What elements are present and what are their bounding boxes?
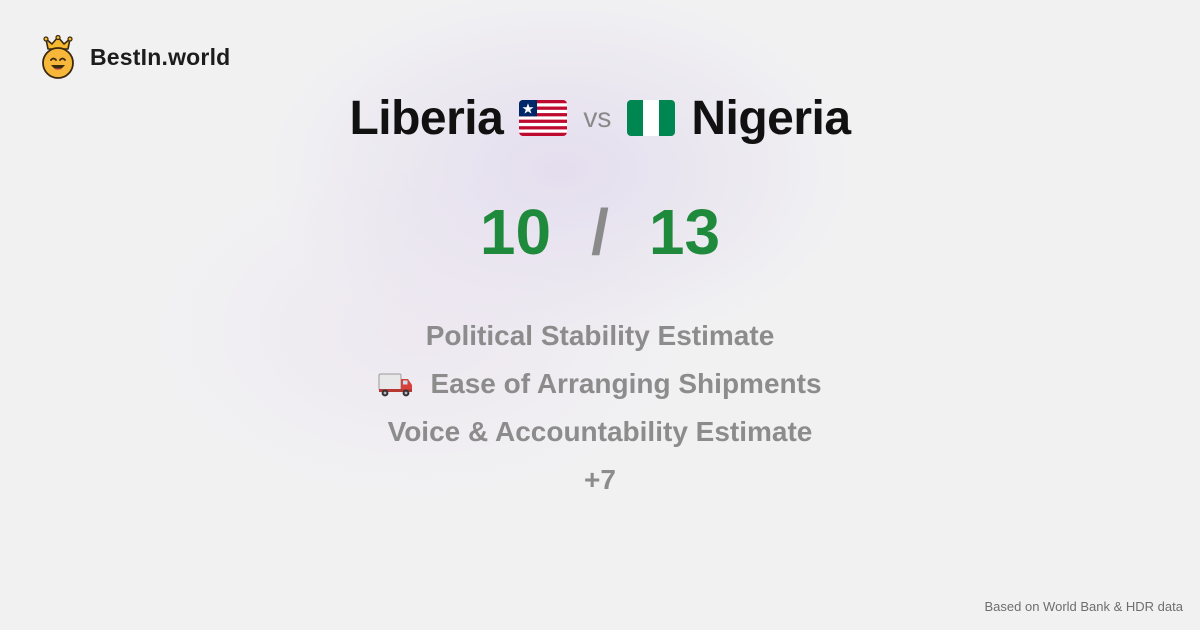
vs-label: vs <box>583 102 612 133</box>
metric-list: Political Stability Estimate Ease of Arr… <box>0 312 1200 504</box>
crowned-smiley-icon <box>42 35 74 79</box>
left-score: 10 <box>479 196 552 268</box>
metric-item: Political Stability Estimate <box>426 312 775 360</box>
data-source-note: Based on World Bank & HDR data <box>984 599 1183 614</box>
score-separator: / <box>591 196 609 268</box>
liberia-flag-icon <box>519 100 568 136</box>
brand-name: BestIn.world <box>90 43 231 70</box>
left-country-name: Liberia <box>349 91 504 145</box>
metric-item: Ease of Arranging Shipments <box>378 360 822 408</box>
comparison-title: Liberia vs Nigeria <box>0 86 1200 150</box>
delivery-truck-icon <box>378 373 413 397</box>
more-metrics-count: +7 <box>584 464 616 495</box>
metric-label: Voice & Accountability Estimate <box>387 416 813 447</box>
right-country-name: Nigeria <box>691 91 851 145</box>
metric-item: Voice & Accountability Estimate <box>388 408 813 456</box>
metric-label: Political Stability Estimate <box>425 320 775 351</box>
right-score: 13 <box>648 196 721 268</box>
brand-header[interactable]: BestIn.world <box>40 35 231 79</box>
metric-label: Ease of Arranging Shipments <box>430 368 822 399</box>
nigeria-flag-icon <box>627 100 676 136</box>
score-row: 10 / 13 <box>0 192 1200 272</box>
